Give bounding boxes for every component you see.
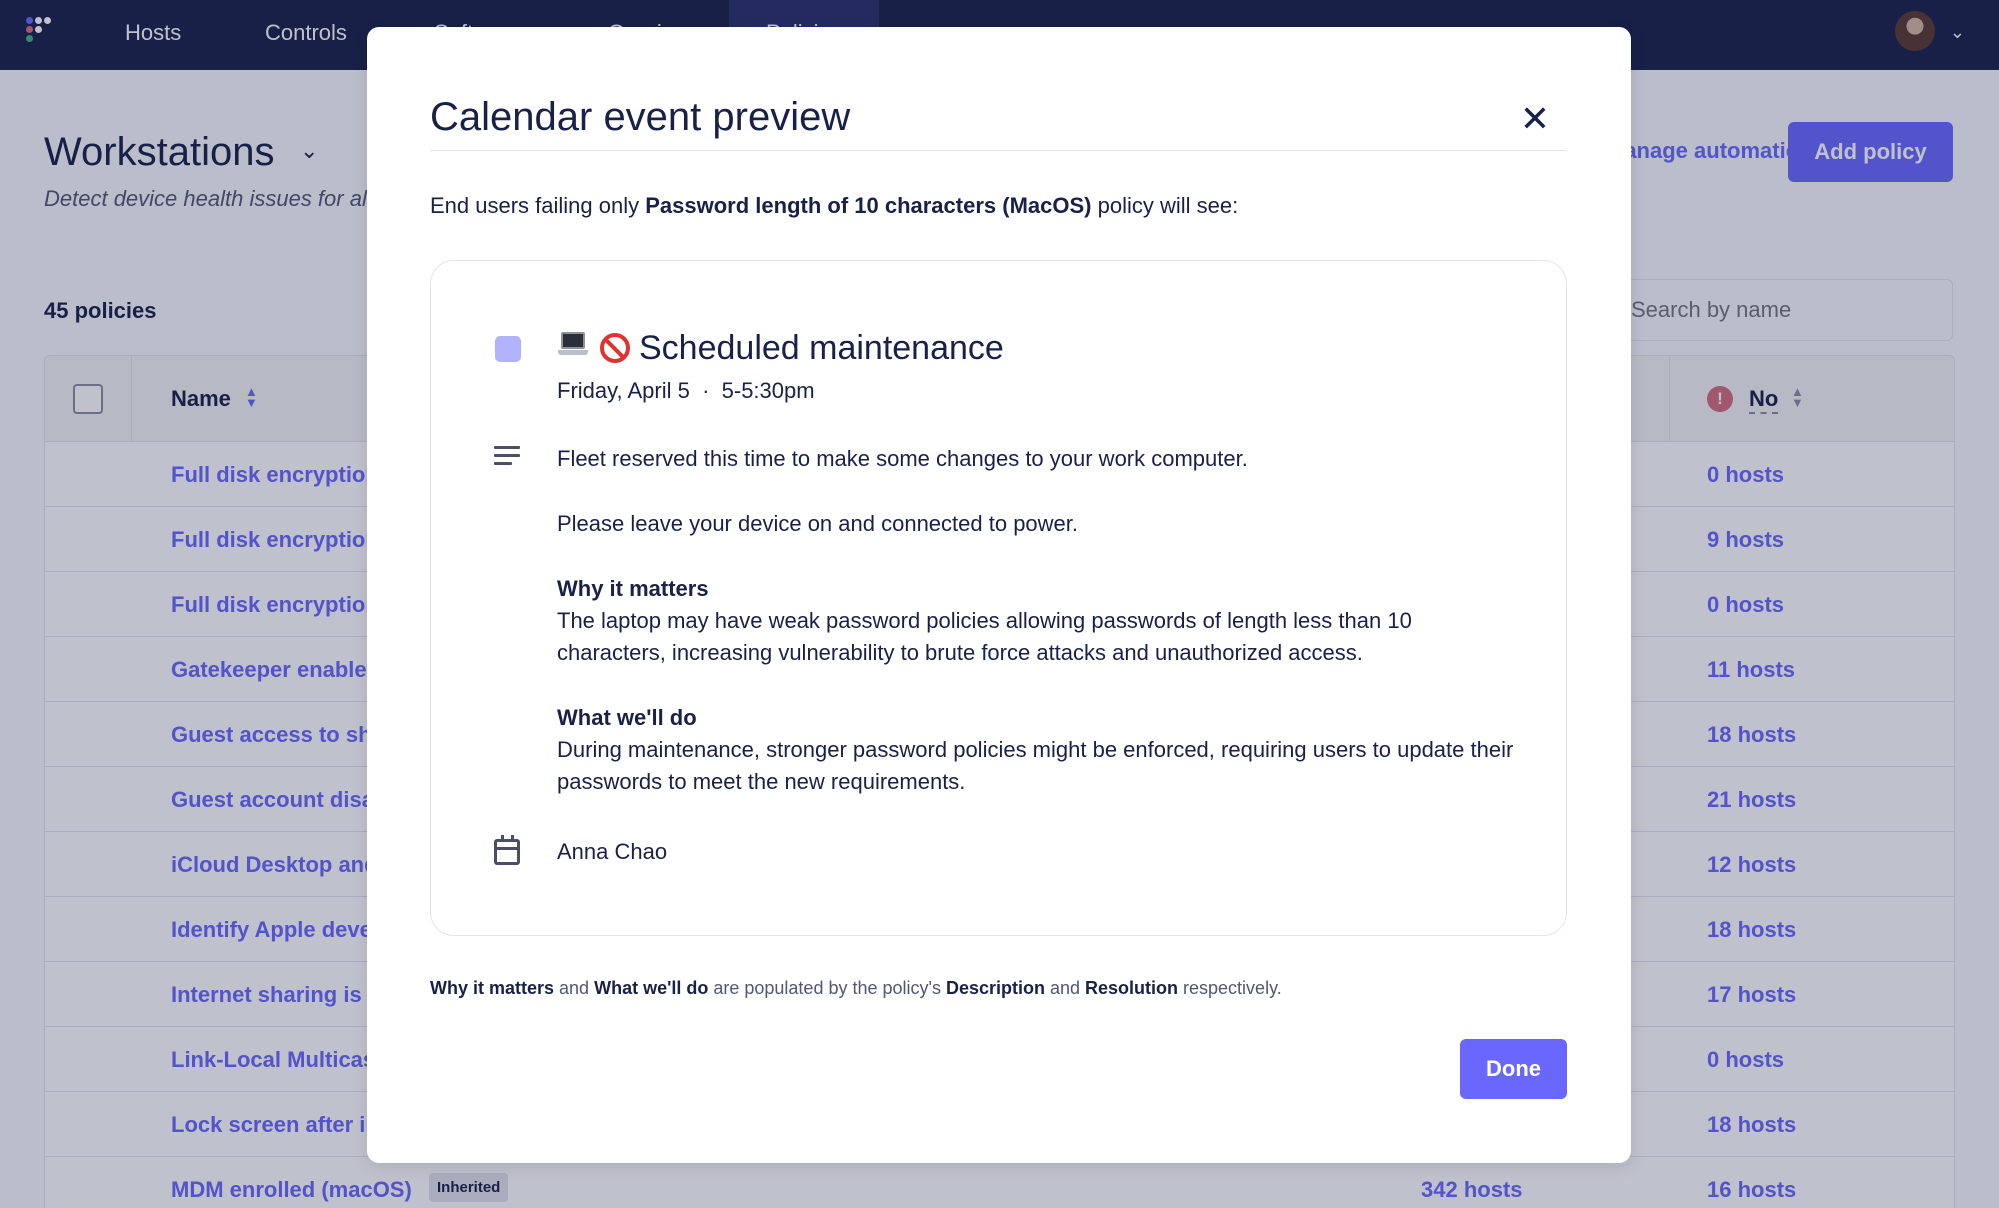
event-description: Fleet reserved this time to make some ch… — [557, 443, 1517, 831]
intro-policy-name: Password length of 10 characters (MacOS) — [645, 193, 1092, 218]
intro-prefix: End users failing only — [430, 193, 646, 218]
modal-title: Calendar event preview — [430, 95, 851, 139]
footnote-resolution: Resolution — [1085, 978, 1179, 998]
event-organizer: Anna Chao — [557, 839, 668, 864]
divider — [430, 150, 1567, 151]
modal-intro: End users failing only Password length o… — [430, 193, 1238, 219]
description-icon — [494, 446, 520, 468]
footnote-what: What we'll do — [594, 978, 709, 998]
laptop-emoji-icon — [558, 332, 588, 356]
footnote-why: Why it matters — [430, 978, 555, 998]
what-well-do-text: During maintenance, stronger password po… — [557, 737, 1514, 794]
calendar-event-card: Scheduled maintenance Friday, April 5 · … — [430, 260, 1567, 936]
footnote-text: are populated by the policy's — [708, 978, 946, 998]
description-paragraph: Please leave your device on and connecte… — [557, 511, 1079, 536]
intro-suffix: policy will see: — [1091, 193, 1239, 218]
event-color-swatch — [495, 336, 521, 362]
no-entry-emoji-icon — [600, 333, 630, 363]
event-title: Scheduled maintenance — [639, 329, 1004, 367]
why-it-matters-text: The laptop may have weak password polici… — [557, 608, 1412, 665]
why-it-matters-heading: Why it matters — [557, 576, 709, 601]
what-well-do-heading: What we'll do — [557, 705, 697, 730]
close-icon[interactable]: ✕ — [1515, 99, 1555, 139]
event-datetime: Friday, April 5 · 5-5:30pm — [557, 378, 815, 403]
modal-footnote: Why it matters and What we'll do are pop… — [430, 978, 1282, 999]
description-paragraph: Fleet reserved this time to make some ch… — [557, 446, 1248, 471]
calendar-event-preview-modal: Calendar event preview ✕ End users faili… — [367, 27, 1631, 1163]
footnote-text: respectively. — [1178, 978, 1282, 998]
footnote-text: and — [554, 978, 595, 998]
done-button[interactable]: Done — [1460, 1039, 1567, 1099]
footnote-text: and — [1044, 978, 1086, 998]
calendar-icon — [494, 835, 520, 865]
footnote-description: Description — [945, 978, 1045, 998]
